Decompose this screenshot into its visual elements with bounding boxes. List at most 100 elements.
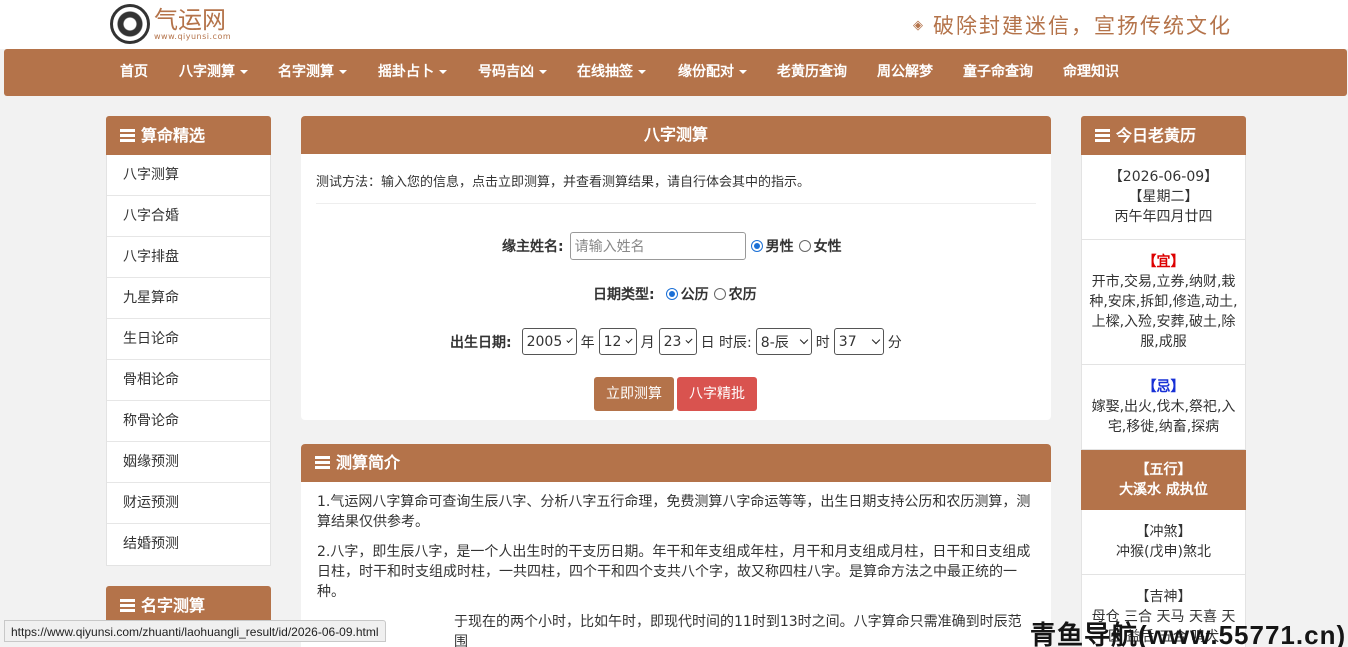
month-select[interactable]: 12 xyxy=(598,328,637,355)
bagua-logo-icon xyxy=(110,4,150,44)
list-icon xyxy=(120,599,135,612)
nav-almanac[interactable]: 老黄历查询 xyxy=(777,49,847,96)
nav-knowledge[interactable]: 命理知识 xyxy=(1063,49,1119,96)
nav-dream[interactable]: 周公解梦 xyxy=(877,49,933,96)
female-radio[interactable] xyxy=(798,240,811,252)
name-input[interactable] xyxy=(569,232,746,260)
nav-divination[interactable]: 摇卦占卜 xyxy=(378,49,447,96)
female-label[interactable]: 女性 xyxy=(814,236,842,256)
main-nav: 首页 八字测算 名字测算 摇卦占卜 号码吉凶 在线抽签 缘份配对 老黄历查询 周… xyxy=(4,49,1347,96)
sidebar-item-hehun[interactable]: 八字合婚 xyxy=(107,196,270,237)
logo-name: 气运网 xyxy=(154,6,226,34)
chevron-down-icon xyxy=(799,335,809,344)
year-select[interactable]: 2005 xyxy=(521,328,577,355)
almanac-lunar: 丙午年四月廿四 xyxy=(1114,209,1213,225)
method-text: 测试方法：输入您的信息，点击立即测算，并查看测算结果，请自行体会其中的指示。 xyxy=(316,154,1036,204)
minute-unit: 分 xyxy=(887,334,902,351)
watermark: 青鱼导航(www.55771.cn) xyxy=(1030,620,1347,647)
hour-unit: 时 xyxy=(815,334,830,351)
button-row: 立即测算 八字精批 xyxy=(594,377,757,411)
wuxing-text: 大溪水 成执位 xyxy=(1119,482,1208,498)
intro-p2: 2.八字，即生辰八字，是一个人出生时的干支历日期。年干和年支组成年柱，月干和月支… xyxy=(317,544,1031,600)
left-list: 八字测算 八字合婚 八字排盘 九星算命 生日论命 骨相论命 称骨论命 姻缘预测 … xyxy=(106,155,271,566)
nav-bazi[interactable]: 八字测算 xyxy=(179,49,248,96)
solar-radio[interactable] xyxy=(665,288,678,300)
intro-p3: 于现在的两个小时，比如午时，即现代时间的11时到13时之间。八字算命只需准确到时… xyxy=(454,614,1022,647)
left-sidebar: 算命精选 八字测算 八字合婚 八字排盘 九星算命 生日论命 骨相论命 称骨论命 … xyxy=(106,116,271,566)
site-slogan: ◈ 破除封建迷信，宣扬传统文化 xyxy=(913,10,1232,40)
site-header: 气运网 www.qiyunsi.com ◈ 破除封建迷信，宣扬传统文化 xyxy=(0,0,1348,49)
male-label[interactable]: 男性 xyxy=(766,236,794,256)
almanac-date-block[interactable]: 【2026-06-09】 【星期二】 丙午年四月廿四 xyxy=(1081,155,1246,240)
wuxing-label: 【五行】 xyxy=(1135,462,1192,478)
nav-lottery[interactable]: 在线抽签 xyxy=(577,49,646,96)
ji-text: 嫁娶,出火,伐木,祭祀,入宅,移徙,纳畜,探病 xyxy=(1091,399,1236,435)
male-radio[interactable] xyxy=(750,240,763,252)
sidebar-item-bazi[interactable]: 八字测算 xyxy=(107,155,270,196)
premium-button[interactable]: 八字精批 xyxy=(677,377,757,411)
jishen-label: 【吉神】 xyxy=(1135,589,1192,605)
caret-down-icon xyxy=(339,70,347,74)
sidebar-item-jiuxing[interactable]: 九星算命 xyxy=(107,278,270,319)
nav-match[interactable]: 缘份配对 xyxy=(678,49,747,96)
intro-title: 测算简介 xyxy=(301,444,1051,482)
almanac-sidebar: 今日老黄历 【2026-06-09】 【星期二】 丙午年四月廿四 【宜】 开市,… xyxy=(1081,116,1246,647)
year-unit: 年 xyxy=(580,334,595,351)
almanac-chongsha-block: 【冲煞】 冲猴(戊申)煞北 xyxy=(1081,510,1246,575)
list-icon xyxy=(315,456,330,469)
bazi-form-card: 八字测算 测试方法：输入您的信息，点击立即测算，并查看测算结果，请自行体会其中的… xyxy=(301,116,1051,420)
almanac-date: 【2026-06-09】 xyxy=(1108,169,1219,185)
chevron-down-icon xyxy=(685,335,694,344)
nav-home[interactable]: 首页 xyxy=(120,49,148,96)
minute-select[interactable]: 37 xyxy=(833,328,884,355)
name-row: 缘主姓名: 男性 女性 xyxy=(502,232,842,260)
sidebar-item-chenggu[interactable]: 称骨论命 xyxy=(107,401,270,442)
caret-down-icon xyxy=(539,70,547,74)
chevron-down-icon xyxy=(871,335,881,344)
caret-down-icon xyxy=(739,70,747,74)
intro-body: 1.气运网八字算命可查询生辰八字、分析八字五行命理，免费测算八字命运等等，出生日… xyxy=(301,482,1051,647)
list-icon xyxy=(120,129,135,142)
lunar-radio[interactable] xyxy=(713,288,726,300)
nav-name[interactable]: 名字测算 xyxy=(278,49,347,96)
almanac-wuxing-block: 【五行】 大溪水 成执位 xyxy=(1081,450,1246,510)
caret-down-icon xyxy=(439,70,447,74)
sidebar-item-paipan[interactable]: 八字排盘 xyxy=(107,237,270,278)
intro-card: 测算简介 1.气运网八字算命可查询生辰八字、分析八字五行命理，免费测算八字命运等… xyxy=(301,444,1051,647)
browser-status-bar: https://www.qiyunsi.com/zhuanti/laohuang… xyxy=(4,620,386,642)
sidebar-item-marriage[interactable]: 结婚预测 xyxy=(107,524,270,565)
almanac-title: 今日老黄历 xyxy=(1081,116,1246,155)
sidebar-item-caiyun[interactable]: 财运预测 xyxy=(107,483,270,524)
lunar-label[interactable]: 农历 xyxy=(729,284,757,304)
slogan-text: 破除封建迷信，宣扬传统文化 xyxy=(933,14,1232,38)
chongsha-text: 冲猴(戊申)煞北 xyxy=(1116,544,1211,560)
hour-select[interactable]: 8-辰 xyxy=(755,328,812,355)
yi-text: 开市,交易,立券,纳财,栽种,安床,拆卸,修造,动土,上樑,入殓,安葬,破土,除… xyxy=(1089,274,1238,350)
day-select[interactable]: 23 xyxy=(658,328,697,355)
birth-label: 出生日期: xyxy=(450,334,512,351)
bazi-form: 缘主姓名: 男性 女性 日期类型: 公历 农历 出生日期: 2005 年 12 … xyxy=(301,204,1051,420)
caret-down-icon xyxy=(638,70,646,74)
caret-down-icon xyxy=(240,70,248,74)
chevron-down-icon xyxy=(625,335,634,344)
nav-number[interactable]: 号码吉凶 xyxy=(478,49,547,96)
day-unit: 日 时辰: xyxy=(700,334,752,351)
sidebar-item-yinyuan[interactable]: 姻缘预测 xyxy=(107,442,270,483)
intro-p1: 1.气运网八字算命可查询生辰八字、分析八字五行命理，免费测算八字命运等等，出生日… xyxy=(317,494,1031,530)
almanac-weekday: 【星期二】 xyxy=(1128,189,1199,205)
left-panel-title: 算命精选 xyxy=(106,116,271,155)
sidebar-item-birthday[interactable]: 生日论命 xyxy=(107,319,270,360)
submit-button[interactable]: 立即测算 xyxy=(594,377,674,411)
almanac-ji-block: 【忌】 嫁娶,出火,伐木,祭祀,入宅,移徙,纳畜,探病 xyxy=(1081,365,1246,450)
nav-tongzi[interactable]: 童子命查询 xyxy=(963,49,1033,96)
name-label: 缘主姓名: xyxy=(502,239,564,255)
site-logo[interactable]: 气运网 www.qiyunsi.com xyxy=(110,4,231,44)
form-card-title: 八字测算 xyxy=(301,116,1051,154)
birth-row: 出生日期: 2005 年 12 月 23 日 时辰: 8-辰 时 37 分 xyxy=(450,328,902,355)
sidebar-item-guxiang[interactable]: 骨相论命 xyxy=(107,360,270,401)
logo-url: www.qiyunsi.com xyxy=(154,32,232,41)
solar-label[interactable]: 公历 xyxy=(681,284,709,304)
yi-label: 【宜】 xyxy=(1142,254,1185,270)
chevron-down-icon xyxy=(566,336,574,343)
date-type-label: 日期类型: xyxy=(593,287,655,303)
